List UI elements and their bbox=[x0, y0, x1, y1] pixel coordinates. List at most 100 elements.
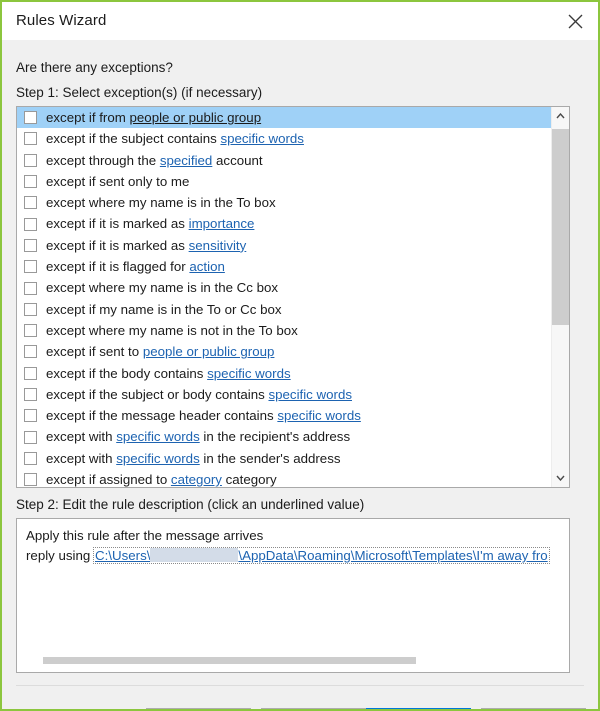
exception-checkbox[interactable] bbox=[24, 260, 37, 274]
list-item-value-link[interactable]: importance bbox=[189, 216, 255, 231]
scrollbar-thumb[interactable] bbox=[552, 129, 569, 325]
footer-separator bbox=[16, 685, 584, 686]
list-item-text-suffix: category bbox=[221, 472, 277, 487]
list-item-label: except if sent to people or public group bbox=[46, 345, 274, 358]
list-item[interactable]: except if my name is in the To or Cc box bbox=[17, 299, 551, 320]
list-item[interactable]: except if it is marked as importance bbox=[17, 213, 551, 234]
dialog-body: Are there any exceptions? Step 1: Select… bbox=[2, 40, 598, 709]
close-button[interactable] bbox=[552, 2, 598, 40]
list-item[interactable]: except where my name is not in the To bo… bbox=[17, 320, 551, 341]
list-item-label: except with specific words in the recipi… bbox=[46, 430, 350, 443]
exception-checkbox[interactable] bbox=[24, 324, 37, 338]
close-icon bbox=[568, 14, 583, 29]
list-item[interactable]: except where my name is in the To box bbox=[17, 192, 551, 213]
description-line-1: Apply this rule after the message arrive… bbox=[26, 528, 264, 543]
rules-wizard-dialog: Rules Wizard Are there any exceptions? S… bbox=[0, 0, 600, 711]
list-item-text: except if it is marked as bbox=[46, 237, 189, 253]
title-bar: Rules Wizard bbox=[2, 2, 598, 41]
list-item-value-link[interactable]: specific words bbox=[116, 429, 200, 444]
description-line-2: reply using C:\Users\redacted username\A… bbox=[26, 547, 550, 564]
exception-checkbox[interactable] bbox=[24, 175, 37, 189]
list-item-label: except if it is flagged for action bbox=[46, 260, 225, 273]
list-item-text: except if the body contains bbox=[46, 365, 208, 381]
list-item[interactable]: except if assigned to category category bbox=[17, 469, 551, 487]
list-item-value-link[interactable]: specific words bbox=[268, 387, 352, 402]
scroll-up-button[interactable] bbox=[552, 107, 569, 125]
exception-checkbox[interactable] bbox=[24, 473, 37, 487]
list-item-text: except with bbox=[46, 450, 117, 466]
list-item-value-link[interactable]: people or public group bbox=[143, 344, 275, 359]
list-item-value-link[interactable]: category bbox=[171, 472, 222, 487]
list-item[interactable]: except if sent only to me bbox=[17, 171, 551, 192]
exception-checkbox[interactable] bbox=[24, 132, 37, 146]
chevron-up-icon bbox=[556, 113, 565, 119]
list-item[interactable]: except where my name is in the Cc box bbox=[17, 277, 551, 298]
exception-checkbox[interactable] bbox=[24, 451, 37, 465]
list-item[interactable]: except if the subject or body contains s… bbox=[17, 384, 551, 405]
list-item[interactable]: except if the subject contains specific … bbox=[17, 128, 551, 149]
list-item-text: except if from bbox=[46, 110, 130, 125]
horizontal-scrollbar-thumb[interactable] bbox=[43, 657, 416, 664]
list-item-text: except if the subject or body contains bbox=[46, 386, 269, 402]
list-item-value-link[interactable]: specified bbox=[160, 153, 212, 168]
list-item-label: except if assigned to category category bbox=[46, 473, 277, 486]
exception-checkbox[interactable] bbox=[24, 388, 37, 401]
list-item-label: except if the subject contains specific … bbox=[46, 132, 304, 145]
list-item-text: except with bbox=[46, 429, 117, 445]
list-item[interactable]: except through the specified account bbox=[17, 150, 551, 171]
list-item-text: except if it is marked as bbox=[46, 216, 189, 232]
vertical-scrollbar[interactable] bbox=[551, 107, 569, 487]
window-title: Rules Wizard bbox=[16, 12, 107, 29]
list-item[interactable]: except if the body contains specific wor… bbox=[17, 363, 551, 384]
exception-checkbox[interactable] bbox=[24, 302, 37, 316]
list-item-label: except if sent only to me bbox=[46, 175, 189, 188]
exception-checkbox[interactable] bbox=[24, 430, 37, 444]
list-item-label: except if the subject or body contains s… bbox=[46, 388, 352, 401]
list-item[interactable]: except if it is flagged for action bbox=[17, 256, 551, 277]
exception-checkbox[interactable] bbox=[24, 111, 37, 125]
list-item-value-link[interactable]: specific words bbox=[220, 131, 304, 146]
list-item-value-link[interactable]: specific words bbox=[207, 366, 291, 381]
exception-checkbox[interactable] bbox=[24, 217, 37, 231]
list-item-text: except where my name is in the Cc box bbox=[46, 280, 279, 296]
exception-checkbox[interactable] bbox=[24, 238, 37, 252]
list-item-text: except if sent to bbox=[46, 344, 143, 360]
list-item[interactable]: except if sent to people or public group bbox=[17, 341, 551, 362]
list-item[interactable]: except if it is marked as sensitivity bbox=[17, 235, 551, 256]
list-item-value-link[interactable]: specific words bbox=[277, 408, 361, 423]
list-item-text-suffix: in the sender's address bbox=[199, 450, 341, 466]
exception-checkbox[interactable] bbox=[24, 196, 37, 210]
list-item-text: except if the subject contains bbox=[46, 131, 221, 147]
list-item-value-link[interactable]: sensitivity bbox=[189, 238, 247, 253]
list-item-text: except through the bbox=[46, 152, 160, 168]
exceptions-listbox[interactable]: except if from people or public group exc… bbox=[16, 106, 570, 488]
list-item-text-suffix: in the recipient's address bbox=[199, 429, 351, 445]
list-item[interactable]: except if the message header contains sp… bbox=[17, 405, 551, 426]
list-item[interactable]: except if from people or public group bbox=[17, 107, 551, 129]
list-item-label: except where my name is not in the To bo… bbox=[46, 324, 298, 337]
exception-checkbox[interactable] bbox=[24, 409, 37, 423]
list-item-value-link[interactable]: people or public group bbox=[130, 110, 262, 125]
list-item[interactable]: except with specific words in the sender… bbox=[17, 448, 551, 469]
list-item-label: except if it is marked as sensitivity bbox=[46, 239, 246, 252]
scroll-down-button[interactable] bbox=[552, 469, 569, 487]
list-item-label: except if it is marked as importance bbox=[46, 217, 254, 230]
list-item[interactable]: except with specific words in the recipi… bbox=[17, 426, 551, 447]
exception-checkbox[interactable] bbox=[24, 366, 37, 380]
list-item-value-link[interactable]: specific words bbox=[116, 451, 200, 466]
rule-description-box[interactable]: Apply this rule after the message arrive… bbox=[16, 518, 570, 673]
list-item-value-link[interactable]: action bbox=[189, 259, 224, 274]
exception-checkbox[interactable] bbox=[24, 153, 37, 167]
exception-checkbox[interactable] bbox=[24, 345, 37, 359]
exception-checkbox[interactable] bbox=[24, 281, 37, 295]
list-item-label: except if from people or public group bbox=[46, 111, 261, 124]
list-item-label: except where my name is in the Cc box bbox=[46, 281, 278, 294]
list-item-text: except if assigned to bbox=[46, 472, 171, 487]
list-item-label: except if the body contains specific wor… bbox=[46, 365, 291, 381]
list-item-label: except with specific words in the sender… bbox=[46, 452, 341, 465]
list-item-label: except if the message header contains sp… bbox=[46, 409, 361, 422]
step1-label: Step 1: Select exception(s) (if necessar… bbox=[16, 85, 263, 100]
template-path-part1: C:\Users\ bbox=[95, 548, 151, 563]
list-item-text: except if sent only to me bbox=[46, 173, 190, 189]
template-path-link[interactable]: C:\Users\redacted username\AppData\Roami… bbox=[93, 547, 550, 564]
